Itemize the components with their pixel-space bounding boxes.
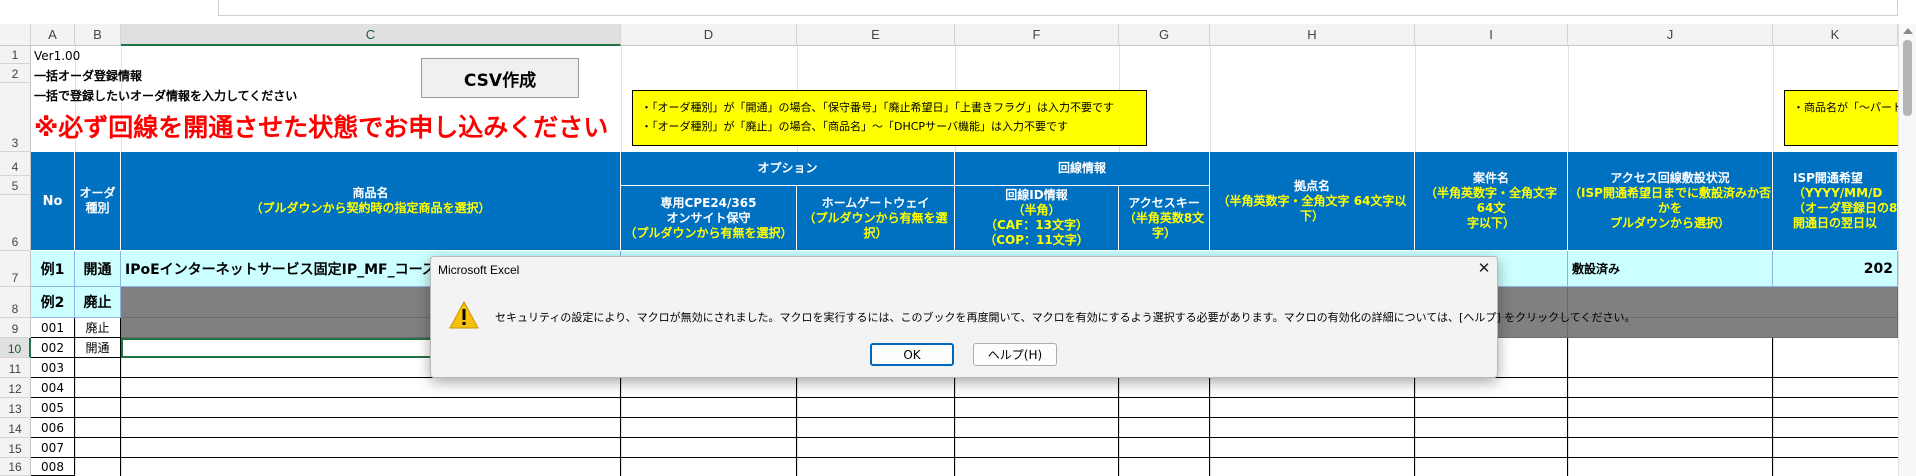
row-header[interactable]: 10: [0, 338, 31, 358]
row-header[interactable]: 16: [0, 458, 31, 476]
dialog-message: セキュリティの設定により、マクロが無効にされました。マクロを実行するには、このブ…: [495, 311, 1636, 324]
example1-status[interactable]: 敷設済み: [1568, 251, 1773, 287]
example1-label[interactable]: 例1: [31, 251, 75, 287]
column-header-f[interactable]: F: [955, 24, 1119, 46]
column-header-b[interactable]: B: [75, 24, 121, 46]
column-header-c[interactable]: C: [121, 24, 621, 46]
row-header[interactable]: 4: [0, 152, 31, 176]
row-header[interactable]: 3: [0, 83, 31, 152]
row-header[interactable]: 15: [0, 438, 31, 458]
header-line-info-group[interactable]: 回線情報: [955, 152, 1210, 186]
dialog-title: Microsoft Excel: [438, 263, 520, 277]
note-line-1: ・「オーダ種別」が「開通」の場合、「保守番号」「廃止希望日」「上書きフラグ」は入…: [641, 101, 1114, 114]
warning-icon: [449, 301, 479, 329]
header-home-gateway[interactable]: ホームゲートウェイ （プルダウンから有無を選択）: [797, 186, 955, 251]
row-header[interactable]: 8: [0, 287, 31, 318]
formula-bar[interactable]: [218, 0, 1898, 16]
header-option-group[interactable]: オプション: [621, 152, 955, 186]
header-isp-open-date[interactable]: ISP開通希望 （YYYY/MM/D （オーダ登録日の8日後 開通日の翌日以: [1773, 152, 1898, 251]
header-order-type[interactable]: オーダ 種別: [75, 152, 121, 251]
header-site-name[interactable]: 拠点名 （半角英数字・全角文字 64文字以下）: [1210, 152, 1415, 251]
scroll-up-icon[interactable]: [1903, 28, 1913, 34]
column-header-d[interactable]: D: [621, 24, 797, 46]
column-header-j[interactable]: J: [1568, 24, 1773, 46]
select-all-corner[interactable]: [0, 24, 31, 46]
row-no[interactable]: 001: [31, 318, 75, 338]
help-button[interactable]: ヘルプ(H): [973, 343, 1057, 366]
row-header[interactable]: 11: [0, 358, 31, 378]
row-header[interactable]: 5: [0, 176, 31, 195]
column-header-e[interactable]: E: [797, 24, 955, 46]
column-header-i[interactable]: I: [1415, 24, 1568, 46]
column-header-g[interactable]: G: [1119, 24, 1210, 46]
row-header[interactable]: 2: [0, 64, 31, 83]
instruction-text: 一括で登録したいオーダ情報を入力してください: [34, 89, 298, 103]
header-product-name[interactable]: 商品名 （プルダウンから契約時の指定商品を選択）: [121, 152, 621, 251]
sheet-title: 一括オーダ登録情報: [34, 69, 143, 83]
ok-button[interactable]: OK: [870, 343, 954, 366]
row-header[interactable]: 1: [0, 46, 31, 64]
header-line-id[interactable]: 回線ID情報 （半角） （CAF：13文字） （COP：11文字）: [955, 186, 1119, 251]
header-cpe-maintenance[interactable]: 専用CPE24/365 オンサイト保守 （プルダウンから有無を選択）: [621, 186, 797, 251]
row-no[interactable]: 008: [31, 458, 75, 476]
instruction-note-right: ・商品名が「～パートナ: [1784, 90, 1898, 146]
example1-date[interactable]: 202: [1773, 251, 1898, 287]
column-header-a[interactable]: A: [31, 24, 75, 46]
row-header[interactable]: 14: [0, 418, 31, 438]
column-header-h[interactable]: H: [1210, 24, 1415, 46]
row-order-type[interactable]: 開通: [75, 338, 121, 358]
row-header[interactable]: 6: [0, 195, 31, 251]
version-label: Ver1.00: [34, 49, 81, 63]
header-no[interactable]: No: [31, 152, 75, 251]
row-no[interactable]: 007: [31, 438, 75, 458]
note-right-line: ・商品名が「～パートナ: [1793, 101, 1898, 114]
macro-security-dialog[interactable]: Microsoft Excel ✕ セキュリティの設定により、マクロが無効にされ…: [430, 256, 1635, 378]
row-header[interactable]: 7: [0, 251, 31, 287]
header-access-key[interactable]: アクセスキー （半角英数8文 字）: [1119, 186, 1210, 251]
instruction-note: ・「オーダ種別」が「開通」の場合、「保守番号」「廃止希望日」「上書きフラグ」は入…: [632, 90, 1147, 146]
row-header[interactable]: 9: [0, 318, 31, 338]
column-header-k[interactable]: K: [1773, 24, 1898, 46]
row-header[interactable]: 12: [0, 378, 31, 398]
close-icon[interactable]: ✕: [1475, 259, 1493, 277]
example2-label[interactable]: 例2: [31, 287, 75, 318]
warning-text: ※必ず回線を開通させた状態でお申し込みください: [34, 113, 609, 142]
vertical-scrollbar[interactable]: [1898, 24, 1916, 476]
scrollbar-thumb[interactable]: [1903, 40, 1912, 116]
csv-create-button[interactable]: CSV作成: [421, 58, 579, 98]
header-access-line-status[interactable]: アクセス回線敷設状況 （ISP開通希望日までに敷設済みか否かを プルダウンから選…: [1568, 152, 1773, 251]
row-no[interactable]: 005: [31, 398, 75, 418]
row-no[interactable]: 003: [31, 358, 75, 378]
row-no[interactable]: 002: [31, 338, 75, 358]
row-header[interactable]: 13: [0, 398, 31, 418]
header-case-name[interactable]: 案件名 （半角英数字・全角文字 64文 字以下）: [1415, 152, 1568, 251]
example2-type[interactable]: 廃止: [75, 287, 121, 318]
note-line-2: ・「オーダ種別」が「廃止」の場合、「商品名」～「DHCPサーバ機能」は入力不要で…: [641, 120, 1068, 133]
example1-type[interactable]: 開通: [75, 251, 121, 287]
row-order-type[interactable]: 廃止: [75, 318, 121, 338]
row-no[interactable]: 006: [31, 418, 75, 438]
row-no[interactable]: 004: [31, 378, 75, 398]
